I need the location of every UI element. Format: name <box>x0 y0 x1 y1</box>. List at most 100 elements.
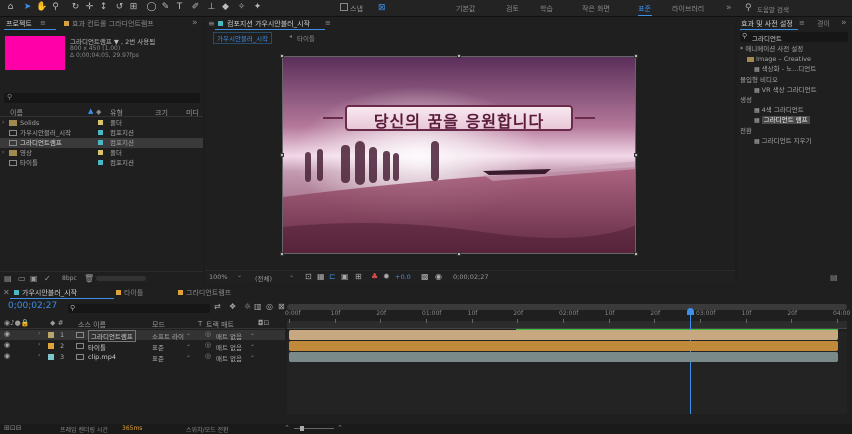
col-source-name[interactable]: 소스 이름 <box>78 320 106 330</box>
tab-align[interactable]: 경이 <box>817 19 830 29</box>
tab-menu-icon[interactable]: ≡ <box>799 19 805 27</box>
playhead[interactable] <box>690 310 692 414</box>
tab-menu-icon[interactable]: ≡ <box>40 19 46 27</box>
visibility-eye-icon[interactable]: ◉ <box>4 341 10 349</box>
expand-arrow-icon[interactable]: › <box>2 118 4 128</box>
workspace-0[interactable]: 기본값 <box>456 4 475 14</box>
zoom-in-icon[interactable]: ⌃ <box>337 424 343 432</box>
subtab-active-comp[interactable]: 가우시안블러_시작 <box>213 32 273 44</box>
transform-handle[interactable] <box>634 153 638 157</box>
label-swatch[interactable] <box>98 150 103 155</box>
col-media[interactable]: 미디 <box>186 108 199 118</box>
matte-source-icon[interactable]: ◎ <box>205 341 211 349</box>
project-item[interactable]: › 영상 폴더 <box>0 148 203 158</box>
composition-viewer[interactable]: 당신의 꿈을 응원합니다 ⊕ <box>282 56 636 254</box>
expand-arrow-icon[interactable]: › <box>38 352 40 359</box>
region-icon[interactable]: ⊡ <box>305 272 312 281</box>
frame-blend-icon[interactable]: ▥ <box>254 302 262 311</box>
transform-handle[interactable] <box>280 153 284 157</box>
layer-name[interactable]: 타이틀 <box>88 342 106 352</box>
expand-arrow-icon[interactable]: › <box>38 330 40 337</box>
blend-mode-select[interactable]: 표준 <box>152 353 164 363</box>
layer-row[interactable]: ◉ › 1 그라디언트램프 소프트 라이 ⌄ ◎ 매트 없음 ⌄ <box>0 330 285 342</box>
col-t[interactable]: T <box>198 320 202 328</box>
transform-handle[interactable] <box>634 252 638 256</box>
visibility-eye-icon[interactable]: ◉ <box>4 352 10 360</box>
toggle-switches-modes[interactable]: 스위치/모드 전환 <box>186 425 229 434</box>
pen-tool-icon[interactable]: ✎ <box>160 2 171 13</box>
workspace-1[interactable]: 검토 <box>506 4 519 14</box>
layer-duration-bar[interactable] <box>289 341 838 351</box>
timeline-tab-2[interactable]: 그라디언트램프 <box>186 288 231 298</box>
label-swatch[interactable] <box>98 160 103 165</box>
playhead-handle[interactable] <box>687 308 695 315</box>
layer-label-swatch[interactable] <box>48 354 54 360</box>
shape-tool-icon[interactable]: ◯ <box>146 2 157 13</box>
matte-source-icon[interactable]: ◎ <box>205 352 211 360</box>
transform-handle[interactable] <box>280 252 284 256</box>
zoom-tool-icon[interactable]: ⚲ <box>50 2 61 13</box>
layer-label-swatch[interactable] <box>48 343 54 349</box>
trash-icon[interactable]: 🗑 <box>84 274 94 283</box>
selection-tool-icon[interactable]: ➤ <box>22 2 33 13</box>
new-comp-icon[interactable]: ▣ <box>30 274 38 283</box>
layer-row[interactable]: ◉ › 2 타이틀 표준 ⌄ ◎ 매트 없음 ⌄ <box>0 341 285 352</box>
new-folder-icon[interactable]: ▭ <box>18 274 26 283</box>
layer-duration-bar[interactable] <box>289 352 838 362</box>
anchor-point-icon[interactable]: ⊕ <box>454 149 462 160</box>
channel-icon[interactable]: ♣ <box>371 272 378 281</box>
layer-name[interactable]: clip.mp4 <box>88 353 116 361</box>
effects-item[interactable]: Image – Creative <box>747 54 811 64</box>
tab-effects-presets[interactable]: 효과 및 사전 설정 <box>741 19 793 29</box>
track-matte-select[interactable]: 매트 없음 <box>216 353 242 363</box>
help-search-input[interactable]: 도움말 검색 <box>757 4 789 14</box>
label-swatch[interactable] <box>98 120 103 125</box>
show-snapshot-icon[interactable]: ◉ <box>435 272 442 281</box>
bpc-label[interactable]: 8bpc <box>62 275 77 282</box>
effects-item[interactable]: ▦ 색상화 - 노...디언트 <box>754 64 816 74</box>
flowchart-icon[interactable]: ✓ <box>44 274 51 283</box>
blend-mode-select[interactable]: 표준 <box>152 342 164 352</box>
col-track-matte[interactable]: 트랙 매트 <box>206 320 234 330</box>
thumbnail-scroll[interactable] <box>96 276 146 281</box>
grid-icon[interactable]: ⊞ <box>355 272 362 281</box>
transform-handle[interactable] <box>457 252 461 256</box>
close-icon[interactable]: ✕ <box>3 288 10 297</box>
hand-tool-icon[interactable]: ✋ <box>36 2 47 13</box>
brush-tool-icon[interactable]: ✐ <box>190 2 201 13</box>
search-icon[interactable]: ⚲ <box>745 3 752 13</box>
col-mode[interactable]: 모드 <box>152 320 165 330</box>
project-search-input[interactable]: ⚲ <box>4 93 200 103</box>
col-name[interactable]: 이름 <box>10 108 23 118</box>
pan-tool-icon[interactable]: ✛ <box>84 2 95 13</box>
label-col-icon[interactable]: ◆ <box>96 108 101 116</box>
transform-handle[interactable] <box>457 54 461 58</box>
viewer-timecode[interactable]: 0;00;02;27 <box>453 273 489 281</box>
effects-category[interactable]: 몰입형 비디오 <box>740 75 778 85</box>
comp-flow-icon[interactable]: ⇄ <box>214 302 221 311</box>
tab-effect-controls[interactable]: 효과 컨트롤 그라디언트램프 <box>72 19 154 29</box>
type-tool-icon[interactable]: T <box>174 2 185 13</box>
blend-mode-select[interactable]: 소프트 라이 <box>152 331 184 341</box>
time-ruler[interactable] <box>287 321 847 329</box>
matte-source-icon[interactable]: ◎ <box>205 330 211 338</box>
label-swatch[interactable] <box>98 130 103 135</box>
tab-project[interactable]: 프로젝트 <box>6 19 32 29</box>
puppet-tool-icon[interactable]: ✦ <box>252 2 263 13</box>
expand-arrow-icon[interactable]: › <box>2 148 4 158</box>
rotate-tool-icon[interactable]: ↺ <box>114 2 125 13</box>
layer-duration-bar[interactable] <box>289 330 838 340</box>
snapshot-icon[interactable]: ▩ <box>421 272 429 281</box>
exposure-icon[interactable]: ✹ <box>383 272 390 281</box>
zoom-out-icon[interactable]: ⌃ <box>284 424 290 432</box>
project-item[interactable]: › Solids 폴더 <box>0 118 203 128</box>
more-workspaces-icon[interactable]: » <box>726 3 732 13</box>
hide-shy-icon[interactable]: ☼ <box>244 302 251 311</box>
project-item[interactable]: 가우시안블러_시작 컴포지션 <box>0 128 203 138</box>
timeline-tab-0[interactable]: 가우시안블러_시작 <box>22 288 77 298</box>
home-icon[interactable]: ⌂ <box>5 2 16 13</box>
zoom-select[interactable]: 100% <box>209 273 228 281</box>
col-type[interactable]: 유형 <box>110 108 123 118</box>
status-icons[interactable]: ⊞⊡⊟ <box>4 424 22 432</box>
zoom-slider-thumb[interactable] <box>300 426 304 431</box>
